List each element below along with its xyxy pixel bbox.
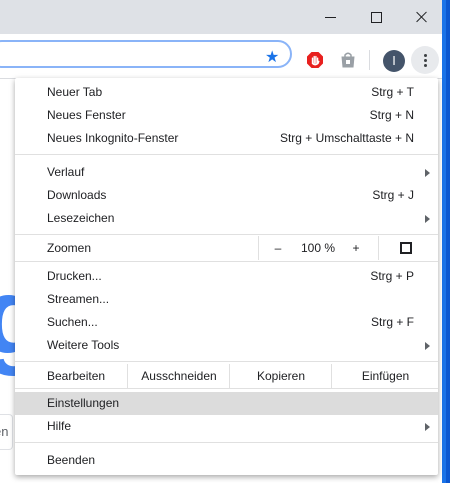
menu-item-new-tab[interactable]: Neuer Tab Strg + T [15, 81, 438, 104]
maximize-button[interactable] [353, 0, 399, 34]
copy-button[interactable]: Kopieren [229, 364, 332, 388]
menu-item-help[interactable]: Hilfe [15, 415, 438, 438]
menu-item-edit: Bearbeiten Ausschneiden Kopieren Einfüge… [15, 364, 438, 388]
menu-separator [15, 154, 438, 155]
toolbar-separator [369, 50, 370, 70]
zoom-in-button[interactable]: + [348, 235, 364, 261]
menu-item-label: Streamen... [47, 292, 110, 306]
menu-item-label: Bearbeiten [47, 369, 106, 383]
menu-item-label: Downloads [47, 188, 107, 202]
chrome-main-menu: Neuer Tab Strg + T Neues Fenster Strg + … [15, 78, 438, 475]
menu-separator [15, 442, 438, 443]
menu-item-shortcut: Strg + J [372, 188, 414, 202]
minimize-button[interactable] [307, 0, 353, 34]
menu-item-history[interactable]: Verlauf [15, 161, 438, 184]
zoom-out-button[interactable]: – [270, 235, 286, 261]
menu-separator [15, 361, 438, 362]
menu-item-shortcut: Strg + P [370, 269, 414, 283]
menu-item-cast[interactable]: Streamen... [15, 288, 438, 311]
menu-item-label: Suchen... [47, 315, 98, 329]
zoom-level: 100 % [300, 241, 336, 255]
menu-item-zoom: Zoomen – 100 % + [15, 235, 438, 261]
shopping-bag-icon[interactable] [339, 51, 357, 69]
menu-item-exit[interactable]: Beenden [15, 449, 438, 472]
menu-item-shortcut: Strg + Umschalttaste + N [279, 131, 414, 145]
close-button[interactable] [399, 0, 445, 34]
browser-toolbar [0, 34, 442, 79]
search-box-fragment-text: en [0, 424, 9, 439]
menu-item-label: Weitere Tools [47, 338, 120, 352]
submenu-arrow-icon [425, 169, 430, 177]
menu-item-label: Einstellungen [47, 396, 120, 410]
star-icon[interactable]: ★ [265, 50, 281, 66]
maximize-icon [370, 11, 382, 23]
address-bar[interactable] [0, 40, 292, 68]
menu-item-shortcut: Strg + F [370, 315, 414, 329]
menu-item-settings[interactable]: Einstellungen [15, 392, 438, 415]
menu-item-label: Beenden [47, 453, 96, 467]
menu-separator [15, 388, 438, 389]
menu-item-label: Zoomen [47, 241, 92, 255]
menu-item-label: Lesezeichen [47, 211, 115, 225]
menu-item-label: Neuer Tab [47, 85, 103, 99]
kebab-menu-icon[interactable] [411, 46, 439, 74]
submenu-arrow-icon [425, 423, 430, 431]
menu-item-more-tools[interactable]: Weitere Tools [15, 334, 438, 357]
window-frame-edge [446, 0, 450, 483]
menu-item-find[interactable]: Suchen... Strg + F [15, 311, 438, 334]
close-icon [416, 11, 428, 23]
menu-item-shortcut: Strg + N [369, 108, 414, 122]
profile-avatar[interactable]: I [383, 50, 405, 72]
menu-item-label: Hilfe [47, 419, 72, 433]
minimize-icon [324, 16, 336, 18]
menu-separator [15, 261, 438, 262]
menu-item-label: Drucken... [47, 269, 102, 283]
fullscreen-icon[interactable] [400, 242, 412, 254]
hand-stop-icon[interactable] [306, 51, 324, 69]
menu-item-label: Neues Inkognito-Fenster [47, 131, 179, 145]
menu-item-bookmarks[interactable]: Lesezeichen [15, 207, 438, 230]
menu-item-label: Neues Fenster [47, 108, 126, 122]
menu-item-print[interactable]: Drucken... Strg + P [15, 265, 438, 288]
submenu-arrow-icon [425, 342, 430, 350]
submenu-arrow-icon [425, 215, 430, 223]
paste-button[interactable]: Einfügen [331, 364, 439, 388]
menu-item-shortcut: Strg + T [371, 85, 414, 99]
title-bar [0, 0, 442, 34]
search-box-fragment[interactable]: en [0, 414, 13, 450]
menu-item-new-window[interactable]: Neues Fenster Strg + N [15, 104, 438, 127]
menu-item-label: Verlauf [47, 165, 85, 179]
menu-item-downloads[interactable]: Downloads Strg + J [15, 184, 438, 207]
menu-item-incognito[interactable]: Neues Inkognito-Fenster Strg + Umschaltt… [15, 127, 438, 150]
cut-button[interactable]: Ausschneiden [127, 364, 230, 388]
